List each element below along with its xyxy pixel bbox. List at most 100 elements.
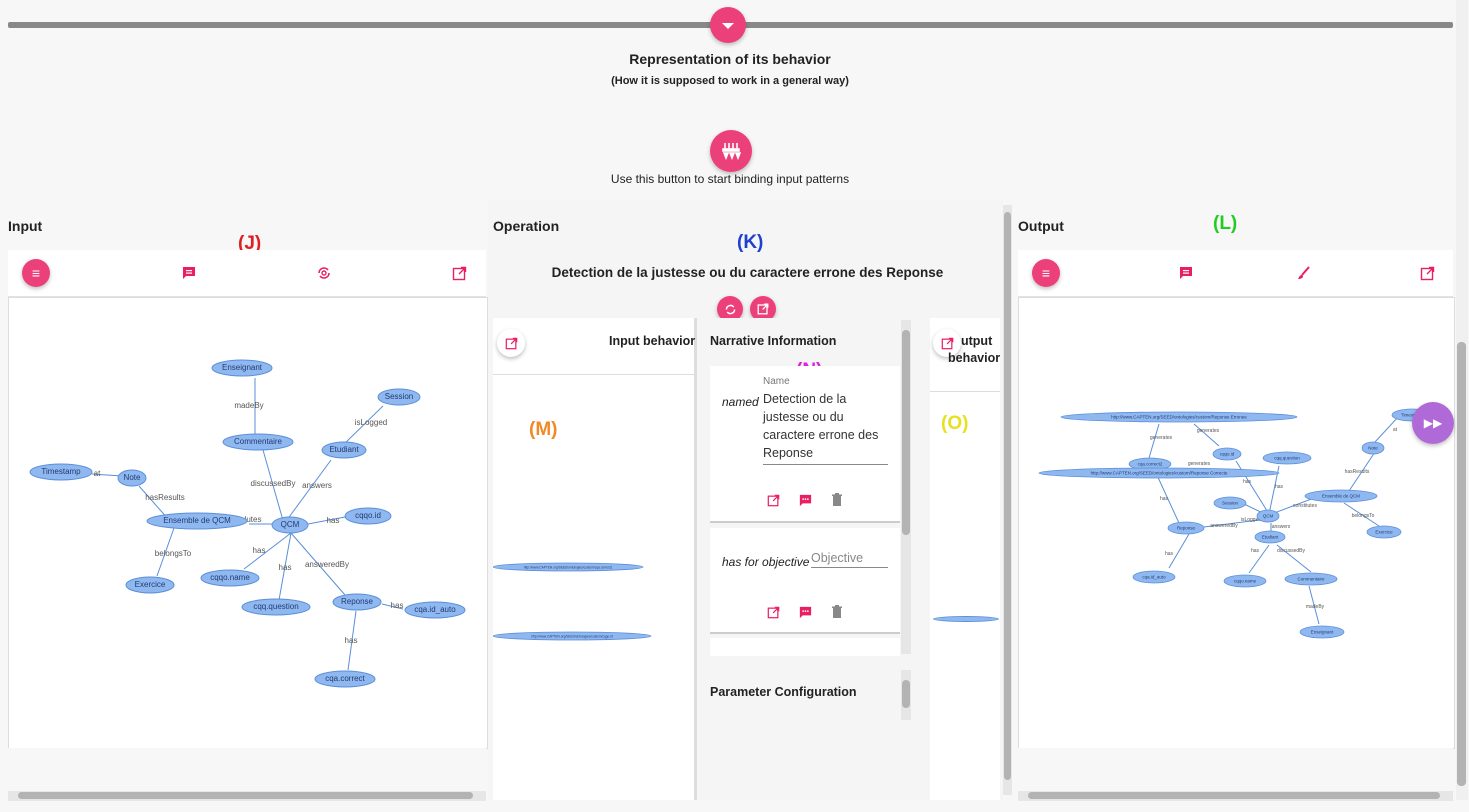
- graph-node[interactable]: Ensemble de QCM: [1304, 489, 1378, 503]
- name-comment-button[interactable]: [796, 491, 814, 509]
- parameter-scroll-thumb[interactable]: [902, 680, 910, 708]
- graph-node[interactable]: cqa.correct: [314, 670, 376, 688]
- edge-label: hasResults: [145, 493, 185, 502]
- edge-label: has: [253, 546, 266, 555]
- narrative-card-3: [710, 638, 900, 656]
- svg-text:Etudiant: Etudiant: [1262, 535, 1279, 540]
- edge-label: generates: [1197, 428, 1220, 434]
- edge-label: at: [94, 469, 101, 478]
- graph-node[interactable]: Note: [1361, 441, 1385, 455]
- edge-label: has: [391, 601, 404, 610]
- name-field[interactable]: Detection de la justesse ou du caractere…: [763, 390, 888, 465]
- edge-label: has: [1243, 479, 1252, 485]
- open-external-icon: [505, 337, 517, 349]
- edge-label: has: [345, 636, 358, 645]
- graph-node[interactable]: Ensemble de QCM: [146, 512, 248, 530]
- svg-text:Enseignant: Enseignant: [222, 363, 263, 372]
- graph-node[interactable]: Etudiant: [321, 441, 367, 459]
- output-open-external-button[interactable]: [1416, 262, 1438, 284]
- output-horizontal-thumb[interactable]: [1028, 792, 1440, 799]
- input-behavior-graph[interactable]: http://www.CAPTEN.org/SEED/ontologies/cu…: [492, 555, 693, 655]
- svg-text:cqq.question: cqq.question: [253, 602, 298, 611]
- svg-text:cqa.correct: cqa.correct: [325, 674, 365, 683]
- edge-label: discussedBy: [251, 479, 296, 488]
- fast-forward-icon: ▶▶: [1423, 416, 1443, 430]
- graph-node[interactable]: Reponse: [332, 593, 382, 611]
- svg-text:cqa.id_auto: cqa.id_auto: [1142, 575, 1166, 580]
- bind-pattern-icon: [722, 143, 741, 161]
- input-graph-canvas[interactable]: madeBy isLogged discussedBy answers at h…: [8, 297, 488, 749]
- menu-icon: ≡: [1041, 265, 1051, 281]
- graph-node[interactable]: http://www.CAPTEN.org/SEED/ontologies/cu…: [1060, 411, 1298, 423]
- graph-node[interactable]: Timestamp: [29, 463, 93, 481]
- graph-node[interactable]: cqa.id_auto: [404, 601, 466, 619]
- objective-input[interactable]: Objective: [811, 551, 888, 568]
- graph-node[interactable]: cqqo.name: [1223, 574, 1267, 588]
- operation-scroll-thumb[interactable]: [1004, 212, 1011, 780]
- objective-open-button[interactable]: [764, 603, 782, 621]
- input-menu-button[interactable]: ≡: [22, 259, 50, 287]
- graph-node[interactable]: QCM: [271, 516, 309, 534]
- search-refresh-icon: [725, 304, 735, 314]
- bind-patterns-button[interactable]: [710, 130, 752, 172]
- svg-text:http://www.CAPTEN.org/SEED/ont: http://www.CAPTEN.org/SEED/ontologies/cu…: [1091, 471, 1228, 476]
- graph-node[interactable]: cqa.id_auto: [1132, 570, 1176, 584]
- graph-node[interactable]: cqqo.id: [344, 507, 392, 525]
- output-behavior-node[interactable]: [933, 616, 999, 622]
- marker-k: (K): [737, 232, 764, 253]
- graph-node[interactable]: Commentaire: [1284, 572, 1338, 586]
- edge-label: has: [1251, 548, 1260, 554]
- output-brush-button[interactable]: [1293, 262, 1315, 284]
- open-external-icon: [941, 337, 953, 349]
- input-search-refresh-button[interactable]: [313, 262, 335, 284]
- graph-node[interactable]: cqq.question: [241, 598, 311, 616]
- edge-label: at: [1393, 427, 1398, 433]
- operation-name: Detection de la justesse ou du caractere…: [551, 265, 944, 280]
- graph-node[interactable]: cqq.question: [1262, 451, 1312, 465]
- input-behavior-label: Input behavior: [609, 334, 696, 348]
- graph-node[interactable]: http://www.CAPTEN.org/SEED/ontologies/cu…: [1038, 467, 1280, 479]
- graph-node[interactable]: Commentaire: [222, 433, 294, 451]
- objective-delete-button[interactable]: [828, 603, 846, 621]
- output-behavior-label-2: behavior: [948, 351, 1001, 365]
- graph-node[interactable]: Note: [117, 469, 147, 487]
- graph-node[interactable]: Etudiant: [1254, 530, 1286, 544]
- edge-label: has: [279, 563, 292, 572]
- svg-text:Note: Note: [124, 473, 141, 482]
- operation-heading: Operation: [493, 218, 560, 234]
- output-menu-button[interactable]: ≡: [1032, 259, 1060, 287]
- graph-node[interactable]: Session: [377, 388, 421, 406]
- graph-node[interactable]: QCM: [1256, 509, 1280, 523]
- edge-label: lutes: [245, 515, 262, 524]
- svg-text:Ensemble de QCM: Ensemble de QCM: [1322, 494, 1360, 499]
- narrative-scroll-thumb[interactable]: [902, 330, 910, 535]
- output-graph-canvas[interactable]: generates generates generates has has ha…: [1018, 297, 1455, 749]
- play-forward-button[interactable]: ▶▶: [1412, 402, 1454, 444]
- graph-node[interactable]: cqqo.name: [200, 569, 260, 587]
- edge-label: has: [1160, 496, 1169, 502]
- input-behavior-open-button[interactable]: [497, 329, 525, 357]
- svg-text:Etudiant: Etudiant: [329, 445, 359, 454]
- output-comment-button[interactable]: [1175, 262, 1197, 284]
- collapse-button[interactable]: [710, 7, 746, 43]
- name-delete-button[interactable]: [828, 491, 846, 509]
- graph-node[interactable]: Session: [1213, 496, 1247, 510]
- input-open-external-button[interactable]: [448, 262, 470, 284]
- input-horizontal-thumb[interactable]: [18, 792, 473, 799]
- comment-icon: [799, 494, 811, 506]
- name-open-button[interactable]: [764, 491, 782, 509]
- svg-text:Exercice: Exercice: [135, 580, 166, 589]
- edge-label: has: [1165, 551, 1174, 557]
- graph-node[interactable]: Reponse: [1167, 521, 1205, 535]
- page-scroll-thumb[interactable]: [1457, 342, 1466, 786]
- graph-node[interactable]: cqqo.id: [1212, 447, 1242, 461]
- graph-node[interactable]: Enseignant: [1299, 625, 1345, 639]
- svg-text:http://www.CAPTEN.org/SEED/ont: http://www.CAPTEN.org/SEED/ontologies/cu…: [1111, 415, 1247, 420]
- objective-comment-button[interactable]: [796, 603, 814, 621]
- name-field-label: Name: [763, 376, 790, 387]
- graph-node[interactable]: Exercice: [1366, 525, 1402, 539]
- input-comment-button[interactable]: [178, 262, 200, 284]
- graph-node[interactable]: Exercice: [125, 576, 175, 594]
- graph-node[interactable]: Enseignant: [211, 359, 273, 377]
- uri-node: http://www.CAPTEN.org/SEED/ontologies/cu…: [531, 635, 613, 639]
